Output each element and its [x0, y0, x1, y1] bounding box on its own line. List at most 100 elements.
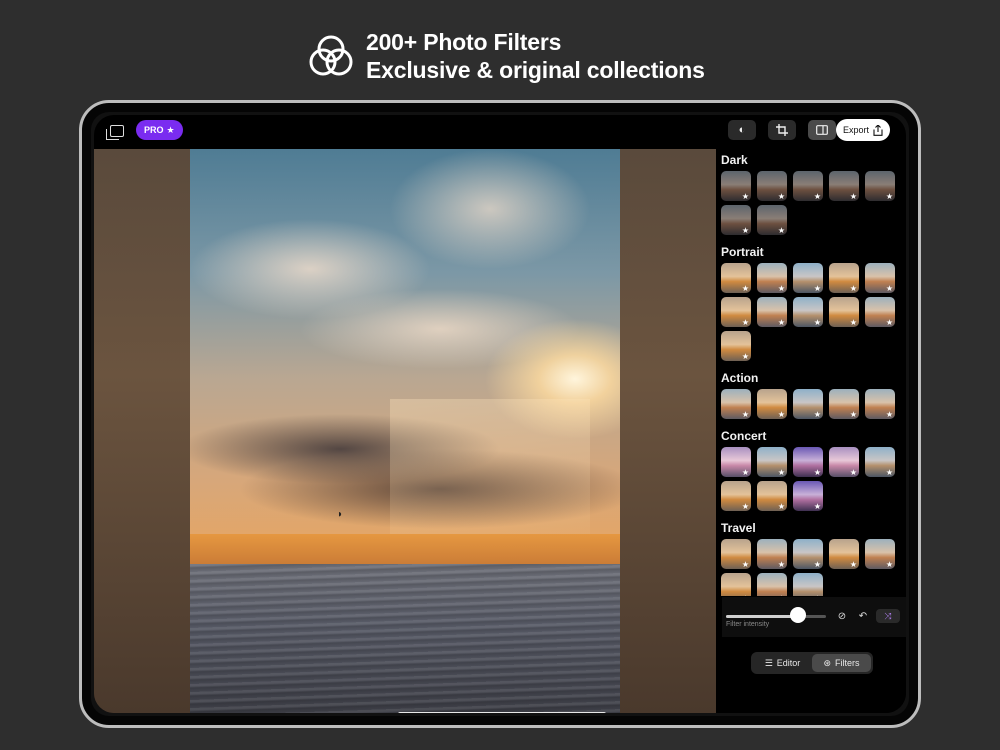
photo-library-icon[interactable] [106, 125, 124, 140]
tab-filters[interactable]: ⊛ Filters [812, 654, 871, 672]
filter-thumbnail[interactable]: ★ [865, 171, 895, 201]
intensity-slider-track[interactable] [726, 615, 826, 618]
compare-split-button[interactable] [808, 120, 836, 140]
filter-thumb-grid: ★ ★ ★ ★ ★ ★ ★ ★ [721, 539, 906, 596]
filter-thumbnail[interactable]: ★ [757, 389, 787, 419]
filter-thumbnail[interactable]: ★ [793, 539, 823, 569]
filter-thumbnail[interactable]: ★ [721, 263, 751, 293]
crop-button[interactable] [768, 120, 796, 140]
star-icon: ★ [813, 192, 821, 201]
star-icon: ★ [741, 284, 749, 293]
star-icon: ★ [813, 468, 821, 477]
filter-thumbnail[interactable]: ★ [793, 481, 823, 511]
filter-thumbnail[interactable]: ★ [721, 171, 751, 201]
filter-thumbnail[interactable]: ★ [829, 389, 859, 419]
crop-icon [776, 124, 788, 136]
star-icon: ★ [777, 318, 785, 327]
kite-shape: ◗ [337, 509, 344, 520]
filter-thumbnail[interactable]: ★ [721, 481, 751, 511]
star-icon: ★ [885, 410, 893, 419]
filter-thumbnail[interactable]: ★ [757, 171, 787, 201]
filter-thumbnail[interactable]: ★ [865, 447, 895, 477]
filter-thumbnail[interactable]: ★ [757, 447, 787, 477]
promo-title: 200+ Photo Filters [366, 29, 562, 55]
filter-thumbnail[interactable]: ★ [793, 171, 823, 201]
filter-thumbnail[interactable]: ★ [721, 297, 751, 327]
promo-subtitle: Exclusive & original collections [366, 57, 705, 83]
filter-thumbnail[interactable]: ★ [757, 573, 787, 596]
filter-thumb-grid: ★ ★ ★ ★ ★ ★ ★ [721, 171, 906, 235]
star-icon: ★ [778, 594, 785, 596]
filter-thumbnail[interactable]: ★ [721, 539, 751, 569]
star-icon: ★ [849, 560, 857, 569]
tab-filters-label: Filters [835, 658, 860, 668]
no-filter-icon[interactable]: ⊘ [836, 610, 848, 622]
star-icon: ★ [777, 284, 785, 293]
filter-thumb-grid: ★ ★ ★ ★ ★ ★ ★ ★ [721, 447, 906, 511]
filter-thumbnail[interactable]: ★ [793, 263, 823, 293]
star-icon: ★ [741, 192, 749, 201]
home-indicator [398, 712, 606, 713]
filter-thumbnail[interactable]: ★ [793, 389, 823, 419]
filter-thumbnail[interactable]: ★ [829, 539, 859, 569]
pro-button[interactable]: PRO ★ [136, 120, 183, 140]
star-icon: ★ [741, 468, 749, 477]
filter-thumbnail[interactable]: ★ [829, 171, 859, 201]
star-icon: ★ [741, 318, 749, 327]
filter-thumbnail[interactable]: ★ [721, 447, 751, 477]
filter-thumbnail[interactable]: ★ [721, 331, 751, 361]
filter-controls: Filter intensity ⊘ ↶ ⤨ [722, 597, 906, 637]
blurred-backdrop-right [620, 149, 716, 713]
export-label: Export [842, 125, 869, 135]
photo-canvas[interactable]: ◗ [94, 149, 716, 713]
mode-switcher: ☰ Editor ⊛ Filters [751, 652, 873, 674]
filter-thumb-grid: ★ ★ ★ ★ ★ ★ ★ ★ ★ ★ ★ [721, 263, 906, 361]
before-after-icon: ◐ [738, 124, 746, 136]
edited-photo[interactable]: ◗ [190, 149, 620, 713]
star-icon: ★ [849, 284, 857, 293]
filter-thumbnail[interactable]: ★ [757, 539, 787, 569]
filters-panel: Dark ★ ★ ★ ★ ★ ★ ★ Portrait ★ ★ ★ ★ ★ ★ ★ ★ ★ ★ ★ Action ★ ★ ★ ★… [716, 149, 906, 713]
filter-thumbnail[interactable]: ★ [829, 297, 859, 327]
undo-icon[interactable]: ↶ [857, 610, 869, 622]
filter-thumbnail[interactable]: ★ [793, 447, 823, 477]
filter-thumbnail[interactable]: ★ [757, 205, 787, 235]
filter-thumbnail[interactable]: ★ [865, 389, 895, 419]
before-after-button[interactable]: ◐ [728, 120, 756, 140]
star-icon: ★ [777, 192, 785, 201]
filter-thumbnail[interactable]: ★ [829, 447, 859, 477]
star-icon: ★ [741, 502, 749, 511]
shuffle-button[interactable]: ⤨ [876, 609, 900, 623]
filter-thumb-grid: ★ ★ ★ ★ ★ [721, 389, 906, 419]
filter-thumbnail[interactable]: ★ [865, 539, 895, 569]
filter-thumbnail[interactable]: ★ [865, 297, 895, 327]
intensity-slider-knob[interactable] [790, 607, 806, 623]
export-button[interactable]: Export [835, 119, 890, 141]
filters-tab-icon: ⊛ [823, 657, 832, 668]
sliders-icon: ☰ [764, 657, 773, 668]
star-icon: ★ [885, 468, 893, 477]
filter-thumbnail[interactable]: ★ [721, 389, 751, 419]
filters-list[interactable]: Dark ★ ★ ★ ★ ★ ★ ★ Portrait ★ ★ ★ ★ ★ ★ ★ ★ ★ ★ ★ Action ★ ★ ★ ★… [716, 149, 906, 596]
filter-thumbnail[interactable]: ★ [757, 263, 787, 293]
filter-category-title: Portrait [721, 245, 764, 259]
star-icon: ★ [777, 560, 785, 569]
split-view-icon [816, 125, 828, 135]
star-icon: ★ [814, 594, 821, 596]
filter-thumbnail[interactable]: ★ [829, 263, 859, 293]
photo-sea [190, 564, 620, 713]
filter-thumbnail[interactable]: ★ [793, 297, 823, 327]
star-icon: ★ [742, 594, 749, 596]
filters-logo-icon [309, 35, 353, 76]
filter-thumbnail[interactable]: ★ [865, 263, 895, 293]
filter-thumbnail[interactable]: ★ [757, 481, 787, 511]
tab-editor[interactable]: ☰ Editor [753, 654, 812, 672]
filter-thumbnail[interactable]: ★ [757, 297, 787, 327]
tab-editor-label: Editor [776, 658, 801, 668]
filter-thumbnail[interactable]: ★ [793, 573, 823, 596]
filter-thumbnail[interactable]: ★ [721, 573, 751, 596]
share-icon [873, 124, 883, 136]
filter-thumbnail[interactable]: ★ [721, 205, 751, 235]
shuffle-icon: ⤨ [884, 610, 892, 621]
star-icon: ★ [741, 352, 749, 361]
